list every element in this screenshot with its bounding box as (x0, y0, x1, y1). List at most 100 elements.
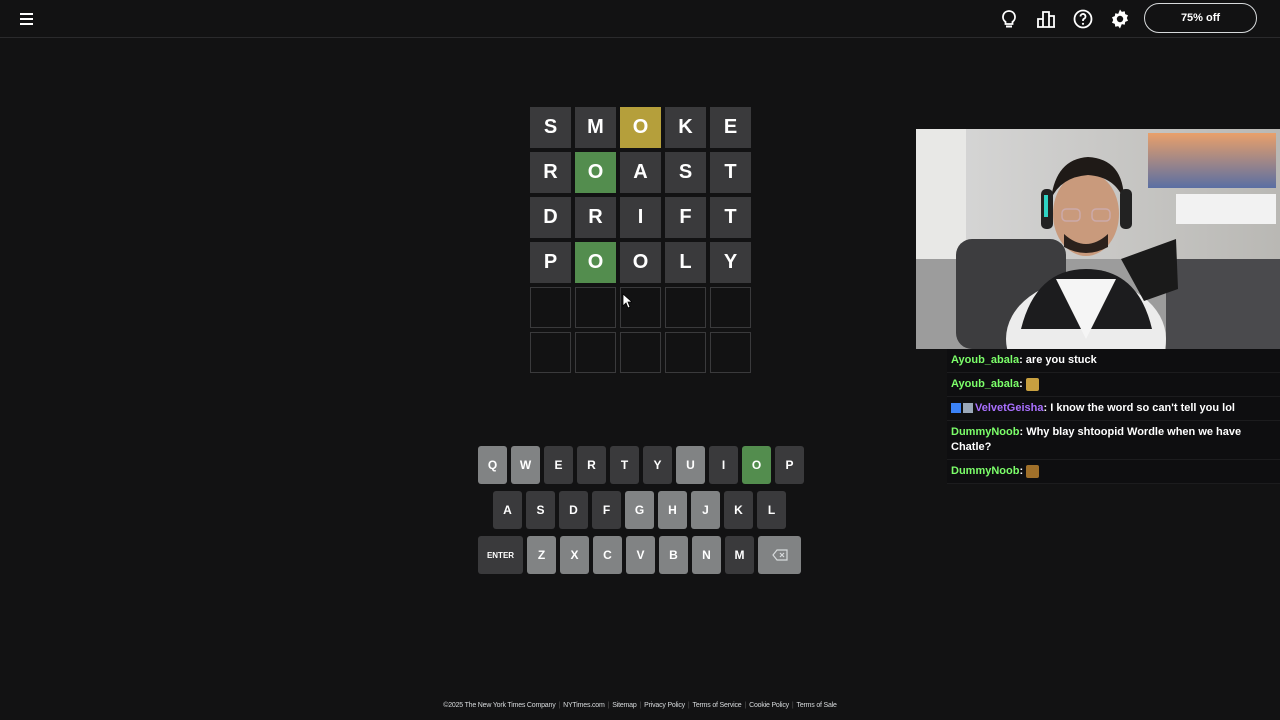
key-f[interactable]: F (592, 491, 621, 529)
key-d[interactable]: D (559, 491, 588, 529)
chat-separator: : (1019, 378, 1026, 390)
stream-chat: Ayoub_abala: are you stuck Ayoub_abala: V… (947, 349, 1280, 484)
key-w[interactable]: W (511, 446, 540, 484)
key-b[interactable]: B (659, 536, 688, 574)
key-t[interactable]: T (610, 446, 639, 484)
key-q[interactable]: Q (478, 446, 507, 484)
chat-username[interactable]: DummyNoob (951, 426, 1019, 438)
key-u[interactable]: U (676, 446, 705, 484)
footer-separator: | (558, 702, 561, 709)
board-tile: R (575, 197, 616, 238)
key-n[interactable]: N (692, 536, 721, 574)
board-tile: E (710, 107, 751, 148)
key-a[interactable]: A (493, 491, 522, 529)
chat-message: DummyNoob: (947, 460, 1280, 484)
board-tile (575, 287, 616, 328)
footer-link[interactable]: Terms of Service (693, 702, 742, 709)
footer-separator: | (744, 702, 747, 709)
keyboard-row: ASDFGHJKL (493, 491, 808, 529)
keyboard-row: QWERTYUIOP (478, 446, 808, 484)
board-tile: O (575, 152, 616, 193)
board-tile: Y (710, 242, 751, 283)
footer-separator: | (607, 702, 610, 709)
footer-link[interactable]: NYTimes.com (563, 702, 605, 709)
mouse-cursor-icon (622, 293, 632, 309)
streamer-webcam (916, 129, 1280, 349)
chat-text: I know the word so can't tell you lol (1050, 402, 1235, 414)
key-e[interactable]: E (544, 446, 573, 484)
chat-message: Ayoub_abala: (947, 373, 1280, 397)
chat-message: DummyNoob: Why blay shtoopid Wordle when… (947, 421, 1280, 460)
chat-emote-icon (1026, 464, 1040, 478)
key-c[interactable]: C (593, 536, 622, 574)
board-tile: T (710, 197, 751, 238)
on-screen-keyboard: Q W E R T Y U I O P A S D F G H J K L ENTER Z X C V B N M (478, 446, 808, 581)
key-v[interactable]: V (626, 536, 655, 574)
key-p[interactable]: P (775, 446, 804, 484)
chat-username[interactable]: Ayoub_abala (951, 354, 1019, 366)
lightbulb-icon[interactable] (998, 8, 1020, 30)
chat-badge-icon (951, 403, 961, 414)
chat-message: Ayoub_abala: are you stuck (947, 349, 1280, 373)
stats-icon[interactable] (1035, 8, 1057, 30)
board-tile (575, 332, 616, 373)
board-tile (665, 332, 706, 373)
game-board: SMOKEROASTDRIFTPOOLY (530, 107, 755, 377)
webcam-image (916, 129, 1280, 349)
backspace-key[interactable] (758, 536, 801, 574)
board-tile (620, 332, 661, 373)
key-k[interactable]: K (724, 491, 753, 529)
settings-icon[interactable] (1109, 8, 1131, 30)
chat-separator: : (1019, 465, 1027, 477)
chat-username[interactable]: VelvetGeisha (975, 402, 1044, 414)
footer-link[interactable]: Privacy Policy (644, 702, 685, 709)
chat-badge-icon (963, 403, 973, 414)
footer-link[interactable]: Sitemap (612, 702, 636, 709)
key-m[interactable]: M (725, 536, 754, 574)
board-tile (530, 332, 571, 373)
board-row: ROAST (530, 152, 755, 193)
top-bar: 75% off (0, 0, 1280, 38)
key-l[interactable]: L (757, 491, 786, 529)
subscribe-promo-button[interactable]: 75% off (1144, 3, 1257, 33)
board-tile: S (530, 107, 571, 148)
board-tile: S (665, 152, 706, 193)
board-tile: M (575, 107, 616, 148)
chat-username[interactable]: DummyNoob (951, 465, 1019, 477)
board-tile: R (530, 152, 571, 193)
board-tile: D (530, 197, 571, 238)
keyboard-row: ENTER Z X C V B N M (478, 536, 808, 574)
chat-username[interactable]: Ayoub_abala (951, 378, 1019, 390)
chat-emote-icon (1025, 377, 1039, 391)
board-row: SMOKE (530, 107, 755, 148)
chat-message: VelvetGeisha: I know the word so can't t… (947, 397, 1280, 421)
footer-link[interactable]: Terms of Sale (797, 702, 837, 709)
board-tile: I (620, 197, 661, 238)
key-h[interactable]: H (658, 491, 687, 529)
key-r[interactable]: R (577, 446, 606, 484)
board-tile (710, 332, 751, 373)
board-tile (665, 287, 706, 328)
footer-copyright: ©2025 The New York Times Company (443, 702, 556, 709)
footer-links: ©2025 The New York Times Company | NYTimes… (0, 702, 1280, 709)
menu-icon[interactable] (18, 10, 36, 26)
key-z[interactable]: Z (527, 536, 556, 574)
board-row (530, 287, 755, 328)
board-tile (710, 287, 751, 328)
backspace-icon (771, 549, 788, 561)
key-i[interactable]: I (709, 446, 738, 484)
key-j[interactable]: J (691, 491, 720, 529)
board-row: POOLY (530, 242, 755, 283)
board-tile: K (665, 107, 706, 148)
key-y[interactable]: Y (643, 446, 672, 484)
board-tile: T (710, 152, 751, 193)
enter-key[interactable]: ENTER (478, 536, 523, 574)
key-s[interactable]: S (526, 491, 555, 529)
help-icon[interactable] (1072, 8, 1094, 30)
key-o[interactable]: O (742, 446, 771, 484)
key-x[interactable]: X (560, 536, 589, 574)
board-row: DRIFT (530, 197, 755, 238)
board-tile: O (620, 107, 661, 148)
key-g[interactable]: G (625, 491, 654, 529)
footer-link[interactable]: Cookie Policy (749, 702, 789, 709)
